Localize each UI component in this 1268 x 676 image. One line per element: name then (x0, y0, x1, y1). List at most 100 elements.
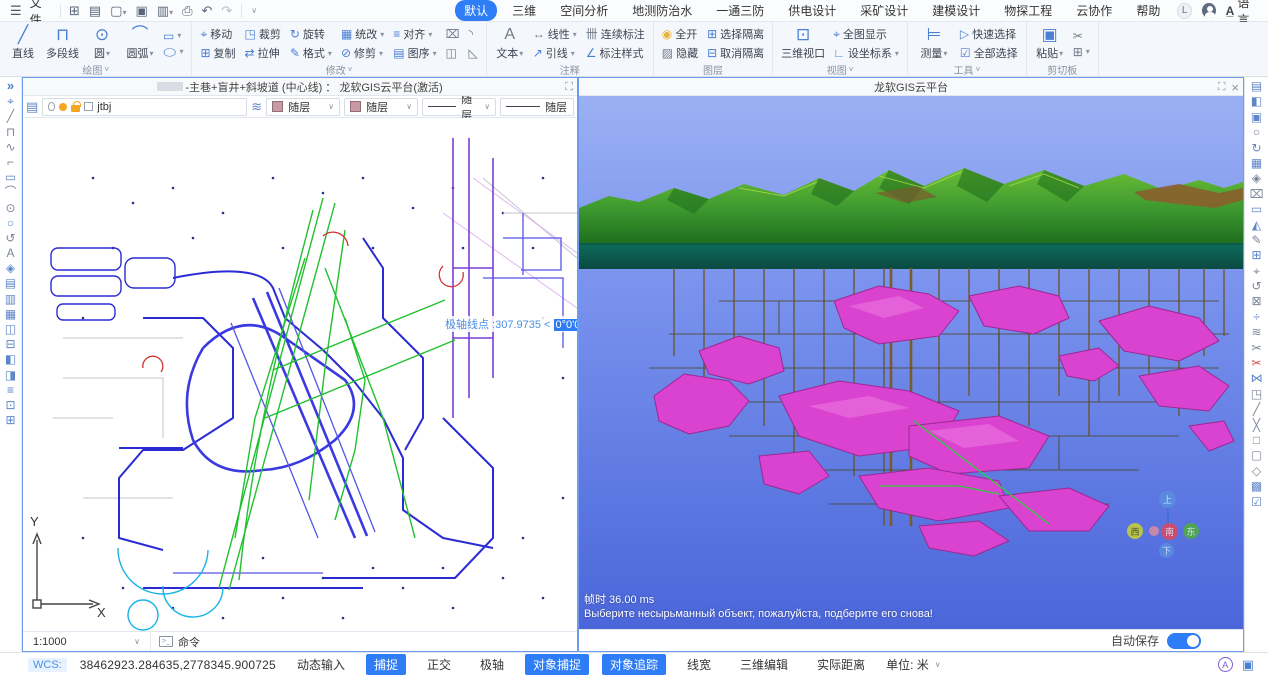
cut-button[interactable]: ✂ (1073, 30, 1090, 42)
new-from-template-icon[interactable]: ▤ (89, 4, 101, 17)
trim-icon[interactable]: ╱ (1253, 403, 1260, 415)
rows-icon[interactable]: ◨ (5, 369, 16, 381)
lineweight-dropdown[interactable]: 随层 (500, 98, 574, 116)
group-label-draw[interactable]: 绘图˅ (8, 62, 183, 76)
extend-icon[interactable]: ╳ (1253, 419, 1260, 431)
redo-icon[interactable]: ↷ (221, 4, 232, 17)
measure-button[interactable]: ⊨测量▾ (916, 25, 952, 62)
wcs-badge[interactable]: WCS: (28, 658, 67, 672)
expand-panels-icon[interactable]: » (7, 79, 14, 92)
print-icon[interactable]: ⎙ (182, 4, 192, 17)
distribute-vertical-icon[interactable]: ⊟ (5, 338, 15, 350)
circle-button[interactable]: ⊙圆▾ (87, 25, 117, 62)
customize-toolbar-icon[interactable]: ∨ (251, 6, 257, 15)
save-icon[interactable]: ▣ (135, 4, 147, 17)
maximize-icon[interactable]: ⛶ (565, 81, 573, 94)
node-edit-icon[interactable]: ⋈ (1251, 372, 1263, 384)
linear-dim-button[interactable]: ↔线性▾ (533, 26, 577, 43)
offset-icon[interactable]: ÷ (1253, 311, 1260, 323)
toggle-3d-edit[interactable]: 三维编辑 (732, 654, 796, 675)
rotate-icon[interactable]: ↺ (1251, 280, 1261, 292)
gizmo-down[interactable]: 下 (1159, 543, 1174, 558)
quick-select-button[interactable]: ▷快速选择 (960, 26, 1018, 43)
isolate-selection-button[interactable]: ⊞选择隔离 (707, 26, 764, 43)
layer-on-icon[interactable] (48, 102, 55, 111)
group-label-modify[interactable]: 修改˅ (200, 62, 477, 76)
chamfer-button[interactable]: ◺ (468, 45, 477, 62)
toggle-actual-distance[interactable]: 实际距离 (809, 654, 873, 675)
group-label-view[interactable]: 视图˅ (781, 62, 899, 76)
map-sheet-icon[interactable]: ▦ (1251, 157, 1262, 169)
spline-icon[interactable]: ∿ (5, 141, 15, 153)
rectangle-icon[interactable]: ▭ (5, 171, 16, 183)
trash-icon[interactable]: ⌧ (1250, 188, 1264, 200)
cut-icon[interactable]: ✂ (1251, 342, 1261, 354)
autosave-toggle[interactable] (1167, 633, 1201, 649)
text-button[interactable]: A文本▾ (495, 25, 525, 62)
equal-spacing-icon[interactable]: ≡ (7, 384, 14, 396)
solid-cube-icon[interactable]: ◇ (1252, 465, 1261, 477)
gizmo-south[interactable]: 南 (1161, 523, 1178, 540)
move-button[interactable]: ⌖移动 (200, 26, 235, 43)
align-button[interactable]: ≡对齐▾ (393, 26, 436, 43)
quick-select-icon[interactable]: ⊡ (5, 399, 15, 411)
image-settings-icon[interactable]: ◧ (1251, 95, 1262, 107)
arc-button[interactable]: ⌒圆弧▾ (125, 25, 155, 62)
panel-2d-titlebar[interactable]: -主巷+盲井+斜坡道 (中心线) ： 龙软GIS云平台(激活) ⛶ (23, 78, 577, 96)
move-icon[interactable]: ⌖ (1253, 265, 1260, 277)
trim-button[interactable]: ⊘修剪▾ (341, 45, 384, 62)
stamp-icon[interactable]: ✎ (1251, 234, 1261, 246)
copy-button[interactable]: ⊞复制 (200, 45, 235, 62)
select-region-icon[interactable]: ▣ (1251, 111, 1262, 123)
tab-3d[interactable]: 三维 (503, 0, 545, 21)
explode-button[interactable]: ◫ (446, 45, 460, 62)
tab-power-design[interactable]: 供电设计 (779, 0, 845, 21)
clipboard-status-icon[interactable]: ▣ (1242, 657, 1254, 673)
toggle-object-tracking[interactable]: 对象追踪 (602, 654, 666, 675)
ellipse-button[interactable]: ◯▾ (163, 46, 183, 58)
hamburger-menu-icon[interactable]: ☰ (10, 3, 22, 19)
layer-color-swatch[interactable] (84, 102, 93, 111)
rectangle-button[interactable]: ▭▾ (163, 30, 183, 42)
toggle-polar[interactable]: 极轴 (472, 654, 512, 675)
line-icon[interactable]: ╱ (7, 110, 14, 122)
scale-dropdown[interactable]: 1:1000∨ (23, 632, 151, 651)
close-icon[interactable]: × (1231, 80, 1239, 95)
cut-red-icon[interactable]: ✂ (1251, 357, 1261, 369)
delete-button[interactable]: ⌧ (446, 26, 460, 43)
tab-modeling-design[interactable]: 建模设计 (923, 0, 989, 21)
align-center-icon[interactable]: ▦ (5, 308, 16, 320)
paste-special-icon[interactable]: □ (1253, 434, 1260, 446)
rotate-button[interactable]: ↻旋转 (290, 26, 332, 43)
unisolate-button[interactable]: ⊟取消隔离 (707, 45, 764, 62)
grid-fill-icon[interactable]: ▩ (1251, 480, 1262, 492)
current-layer-field[interactable]: jtbj (42, 98, 247, 116)
tab-ventilation[interactable]: 一通三防 (707, 0, 773, 21)
leader-button[interactable]: ↗引线▾ (533, 45, 577, 62)
layers-hide-button[interactable]: ▨隐藏 (662, 45, 698, 62)
toggle-snap[interactable]: 捕捉 (366, 654, 406, 675)
draw-order-button[interactable]: ▤图序▾ (393, 45, 436, 62)
revision-cloud-icon[interactable]: ↺ (5, 232, 15, 244)
panel-3d-titlebar[interactable]: 龙软GIS云平台 ⛶× (579, 78, 1243, 96)
unit-selector[interactable]: 单位: 米∨ (886, 656, 941, 673)
tab-help[interactable]: 帮助 (1127, 0, 1169, 21)
mirror-icon[interactable]: ◭ (1252, 219, 1261, 231)
layer-lock-icon[interactable] (71, 105, 80, 112)
gizmo-east[interactable]: 东 (1183, 523, 1199, 539)
ellipse-icon[interactable]: ○ (7, 217, 14, 229)
continue-dim-button[interactable]: 卌连续标注 (586, 26, 645, 43)
clipboard-icon[interactable]: ▢ (1251, 449, 1262, 461)
edit-attr-icon[interactable]: ☑ (1251, 496, 1262, 508)
tab-default[interactable]: 默认 (455, 0, 497, 21)
polygon-icon[interactable]: ⌐ (7, 156, 14, 168)
gizmo-north-dot[interactable] (1149, 526, 1159, 536)
paste-button[interactable]: ▣粘贴▾ (1035, 25, 1065, 62)
toggle-ortho[interactable]: 正交 (419, 654, 459, 675)
dim-style-button[interactable]: ∠标注样式 (586, 45, 645, 62)
layer-manager-icon[interactable]: ▤ (26, 100, 38, 113)
color-bylayer-dropdown[interactable]: 随层∨ (266, 98, 340, 116)
command-input[interactable]: >_命令 (151, 632, 577, 651)
toggle-dynamic-input[interactable]: 动态输入 (289, 654, 353, 675)
text-icon[interactable]: A (6, 247, 14, 259)
